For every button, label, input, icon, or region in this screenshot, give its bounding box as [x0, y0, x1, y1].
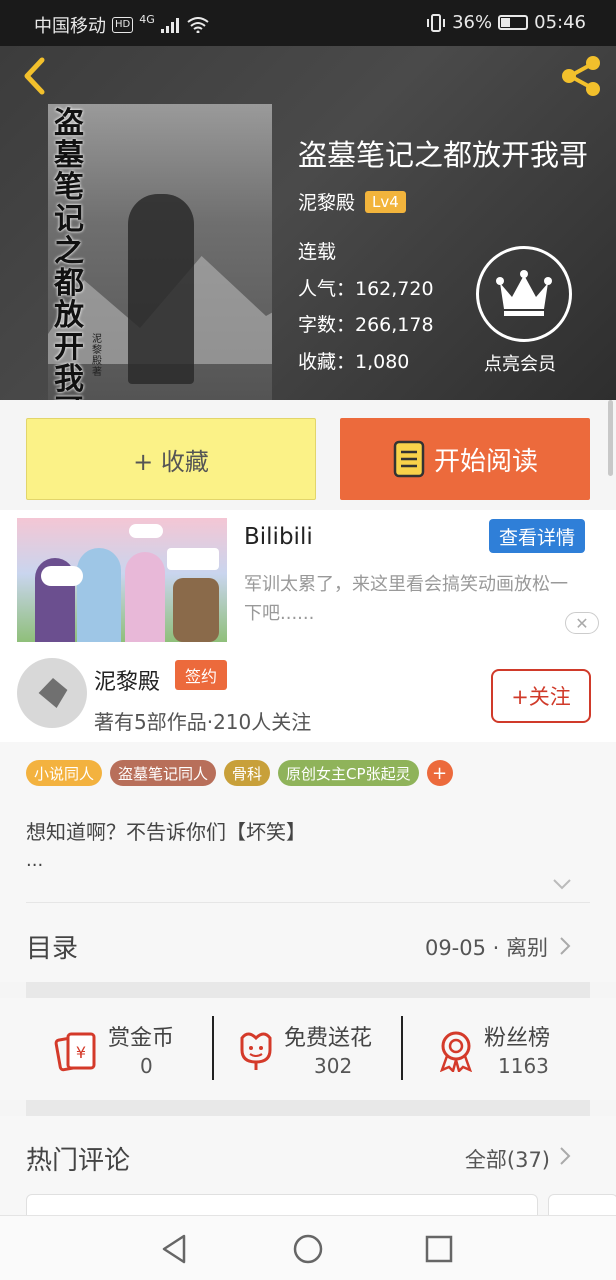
wifi-icon: [187, 17, 209, 33]
tag-item[interactable]: 盗墓笔记同人: [110, 760, 217, 786]
battery-percent: 36%: [452, 12, 493, 33]
tag-item[interactable]: 原创女主CP张起灵: [278, 760, 419, 786]
svg-text:¥: ¥: [76, 1043, 86, 1062]
book-header: 盗墓笔记之都放开我哥 泥黎殿著 盗墓笔记之都放开我哥 泥黎殿 Lv4 连载 人气…: [0, 46, 616, 400]
reward-coins[interactable]: ¥ 赏金币 0: [54, 1018, 204, 1082]
chevron-right-icon[interactable]: [558, 936, 572, 956]
avatar-bird: [38, 678, 68, 708]
flower-icon: [240, 1032, 272, 1070]
battery-icon: [498, 15, 529, 30]
vip-label[interactable]: 点亮会员: [484, 350, 556, 376]
reward-label: 免费送花: [284, 1026, 373, 1051]
start-reading-button[interactable]: 开始阅读: [340, 418, 590, 500]
book-cover[interactable]: 盗墓笔记之都放开我哥 泥黎殿著: [48, 104, 272, 400]
tag-item[interactable]: 小说同人: [26, 760, 103, 786]
hd-icon: HD: [112, 17, 134, 33]
author-meta: 著有5部作品·210人关注: [94, 710, 312, 734]
tag-item[interactable]: 骨科: [224, 760, 271, 786]
reward-value: 302: [314, 1054, 353, 1078]
cover-figure: [128, 194, 194, 384]
nav-home-icon[interactable]: [291, 1232, 325, 1266]
reward-label: 赏金币: [108, 1026, 175, 1051]
ad-speech-bubble: [167, 548, 219, 570]
divider: [401, 1016, 403, 1080]
system-nav-bar: [0, 1215, 616, 1280]
book-title: 盗墓笔记之都放开我哥: [298, 138, 589, 172]
chevron-right-icon[interactable]: [558, 1146, 572, 1166]
author-card[interactable]: 泥黎殿 签约 著有5部作品·210人关注 +关注: [0, 646, 616, 742]
favorites-stat: 收藏：1,080: [298, 350, 410, 373]
vip-button[interactable]: [476, 246, 572, 342]
author-name[interactable]: 泥黎殿: [298, 188, 355, 215]
crown-icon: [496, 270, 552, 316]
coin-envelope-icon: ¥: [54, 1032, 96, 1072]
cover-author: 泥黎殿著: [92, 334, 102, 378]
comments-title: 热门评论: [26, 1146, 131, 1176]
clock: 05:46: [534, 12, 586, 33]
status-bar: 中国移动 HD 4G 36% 05:46: [0, 0, 616, 46]
book-icon: [393, 440, 425, 478]
tag-list: 小说同人 盗墓笔记同人 骨科 原创女主CP张起灵 +: [26, 760, 453, 786]
signal-icon: [160, 18, 179, 33]
start-reading-label: 开始阅读: [433, 446, 538, 477]
serial-status: 连载: [298, 241, 337, 263]
cover-title: 盗墓笔记之都放开我哥: [54, 106, 84, 401]
ad-image[interactable]: [17, 518, 227, 642]
add-to-favorites-button[interactable]: + 收藏: [26, 418, 316, 500]
ad-speech-bubble: [129, 524, 163, 538]
signed-badge: 签约: [175, 660, 227, 690]
rewards-bar: ¥ 赏金币 0 免费送花 302 粉丝榜 1163: [0, 998, 616, 1100]
ad-speech-bubble: [41, 566, 83, 586]
ad-banner[interactable]: Bilibili 查看详情 军训太累了，来这里看会搞笑动画放松一下吧......…: [0, 510, 616, 646]
network-type: 4G: [139, 12, 155, 26]
popularity-stat: 人气：162,720: [298, 277, 434, 300]
hot-comments: 热门评论 全部(37): [0, 1116, 616, 1234]
book-info: 小说同人 盗墓笔记同人 骨科 原创女主CP张起灵 + 想知道啊？不告诉你们【坏笑…: [0, 742, 616, 982]
ad-close-button[interactable]: ✕: [565, 612, 599, 634]
book-description: 想知道啊？不告诉你们【坏笑】: [26, 820, 306, 844]
ad-title: Bilibili: [244, 524, 313, 550]
divider: [212, 1016, 214, 1080]
scrollbar[interactable]: [608, 400, 613, 476]
chevron-down-icon[interactable]: [552, 876, 572, 892]
reward-value: 0: [140, 1054, 153, 1078]
ad-character: [125, 552, 165, 642]
section-gap: [26, 982, 590, 998]
ad-character: [173, 578, 219, 642]
nav-back-icon[interactable]: [158, 1232, 192, 1266]
book-stats: 连载 人气：162,720 字数：266,178 收藏：1,080: [298, 234, 434, 380]
section-gap: [26, 1100, 590, 1116]
ad-character: [77, 548, 121, 642]
carrier-label: 中国移动: [34, 16, 106, 37]
vibrate-icon: [427, 13, 446, 32]
back-icon[interactable]: [18, 56, 54, 96]
reward-value: 1163: [498, 1054, 549, 1078]
more-tags-button[interactable]: +: [426, 760, 453, 786]
author-card-name[interactable]: 泥黎殿: [94, 664, 160, 696]
divider: [26, 902, 590, 903]
author-row: 泥黎殿 Lv4: [298, 188, 406, 215]
follow-button[interactable]: +关注: [491, 669, 591, 723]
nav-recents-icon[interactable]: [422, 1232, 456, 1266]
toc-title[interactable]: 目录: [26, 928, 78, 965]
word-count-stat: 字数：266,178: [298, 314, 434, 336]
book-description-more: ...: [26, 850, 44, 871]
medal-icon: [439, 1031, 473, 1072]
all-comments-link[interactable]: 全部(37): [465, 1144, 550, 1174]
ad-detail-button[interactable]: 查看详情: [489, 519, 585, 553]
latest-chapter[interactable]: 09-05 · 离别: [425, 932, 548, 962]
reward-flowers[interactable]: 免费送花 302: [234, 1018, 394, 1082]
level-badge: Lv4: [365, 190, 406, 213]
reward-fans[interactable]: 粉丝榜 1163: [434, 1018, 594, 1082]
ad-description: 军训太累了，来这里看会搞笑动画放松一下吧......: [244, 574, 568, 624]
reward-label: 粉丝榜: [484, 1026, 551, 1051]
author-avatar[interactable]: [17, 658, 87, 728]
share-icon[interactable]: [558, 54, 604, 98]
